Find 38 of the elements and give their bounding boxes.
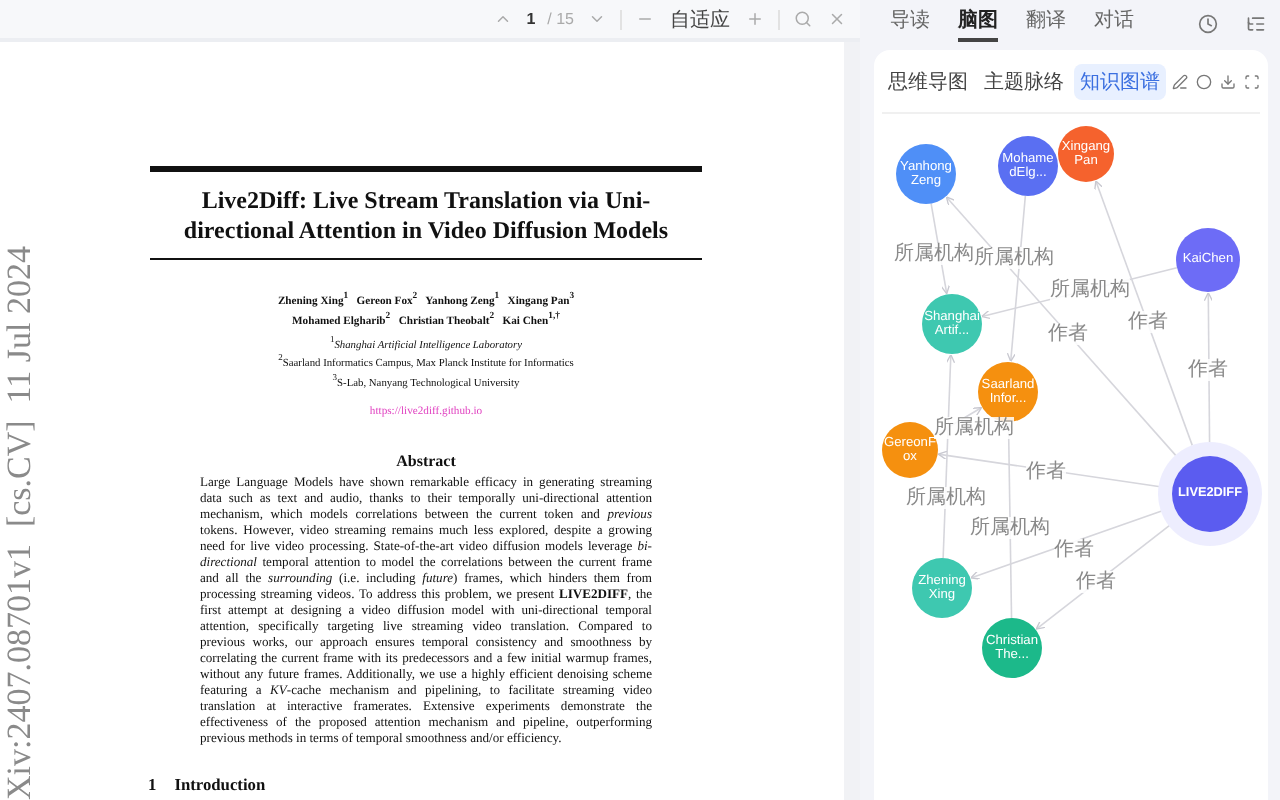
view-tab[interactable]: 知识图谱: [1074, 63, 1166, 99]
history-icon[interactable]: [1198, 14, 1218, 34]
view-tab[interactable]: 思维导图: [882, 63, 974, 99]
close-button[interactable]: [826, 8, 848, 30]
paper-title: Live2Diff: Live Stream Translation via Uni-directional Attention in Video Diffusion Models: [181, 186, 671, 246]
edge-label: 所属机构: [970, 517, 1050, 539]
abstract-heading: Abstract: [396, 451, 456, 470]
chevron-up-icon: [494, 10, 513, 28]
chevron-down-icon: [588, 10, 606, 28]
edge-label: 所属机构: [1050, 279, 1130, 301]
edge-label: 作者: [1128, 311, 1168, 333]
edge-label: 作者: [1054, 539, 1094, 561]
section-number: 1: [148, 775, 157, 794]
edge-label: 作者: [1048, 323, 1088, 345]
panel-tab[interactable]: 脑图: [958, 6, 998, 42]
page-count: / 15: [547, 10, 574, 28]
section-heading: Introduction: [174, 775, 266, 794]
edge-label: 作者: [1026, 461, 1066, 483]
panel-tab[interactable]: 对话: [1094, 6, 1134, 42]
edge-label: 所属机构: [934, 417, 1014, 439]
pen-icon[interactable]: [1172, 73, 1188, 89]
zoom-in-button[interactable]: [744, 8, 766, 30]
view-tab[interactable]: 主题脉络: [978, 63, 1070, 99]
panel-tab[interactable]: 翻译: [1026, 6, 1066, 42]
arxiv-label: Xiv:2407.08701v1 [cs.CV] 11 Jul 2024: [0, 245, 40, 800]
panel-tab[interactable]: 导读: [890, 6, 930, 42]
edge-label: 作者: [1076, 571, 1116, 593]
edge-label: 所属机构: [894, 243, 974, 265]
page-number: 1: [526, 10, 536, 28]
edge-label: 作者: [1188, 359, 1228, 381]
edge-label: 所属机构: [974, 247, 1054, 269]
download-icon[interactable]: [1220, 73, 1236, 89]
list-icon[interactable]: [1246, 14, 1266, 34]
fullscreen-icon[interactable]: [1244, 73, 1260, 89]
search-button[interactable]: [792, 8, 814, 30]
edge-label: 所属机构: [906, 487, 986, 509]
circle-icon[interactable]: [1196, 73, 1212, 89]
zoom-mode-button[interactable]: 自适应: [668, 3, 732, 35]
